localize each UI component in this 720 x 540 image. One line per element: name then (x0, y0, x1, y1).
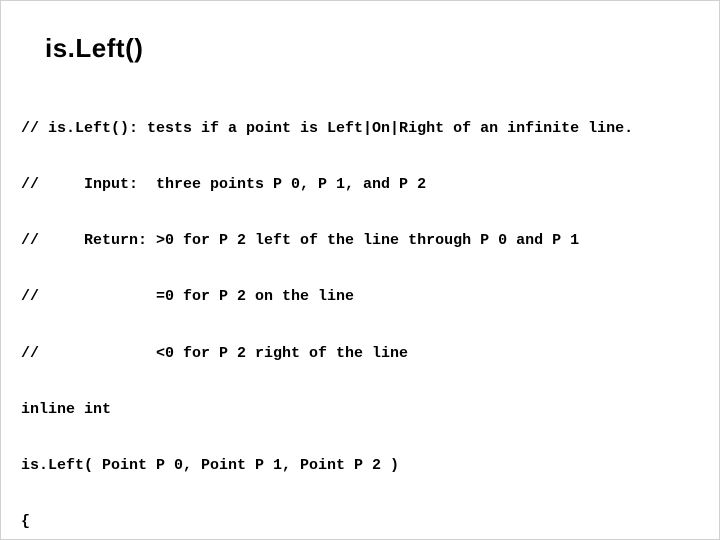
code-line: // <0 for P 2 right of the line (21, 345, 719, 364)
code-line: inline int (21, 401, 719, 420)
slide: is.Left() // is.Left(): tests if a point… (0, 0, 720, 540)
code-line: // =0 for P 2 on the line (21, 288, 719, 307)
code-line: is.Left( Point P 0, Point P 1, Point P 2… (21, 457, 719, 476)
slide-title: is.Left() (1, 1, 719, 76)
code-line: // Return: >0 for P 2 left of the line t… (21, 232, 719, 251)
code-block: // is.Left(): tests if a point is Left|O… (1, 76, 719, 540)
code-line: // is.Left(): tests if a point is Left|O… (21, 120, 719, 139)
code-line: // Input: three points P 0, P 1, and P 2 (21, 176, 719, 195)
code-line: { (21, 513, 719, 532)
